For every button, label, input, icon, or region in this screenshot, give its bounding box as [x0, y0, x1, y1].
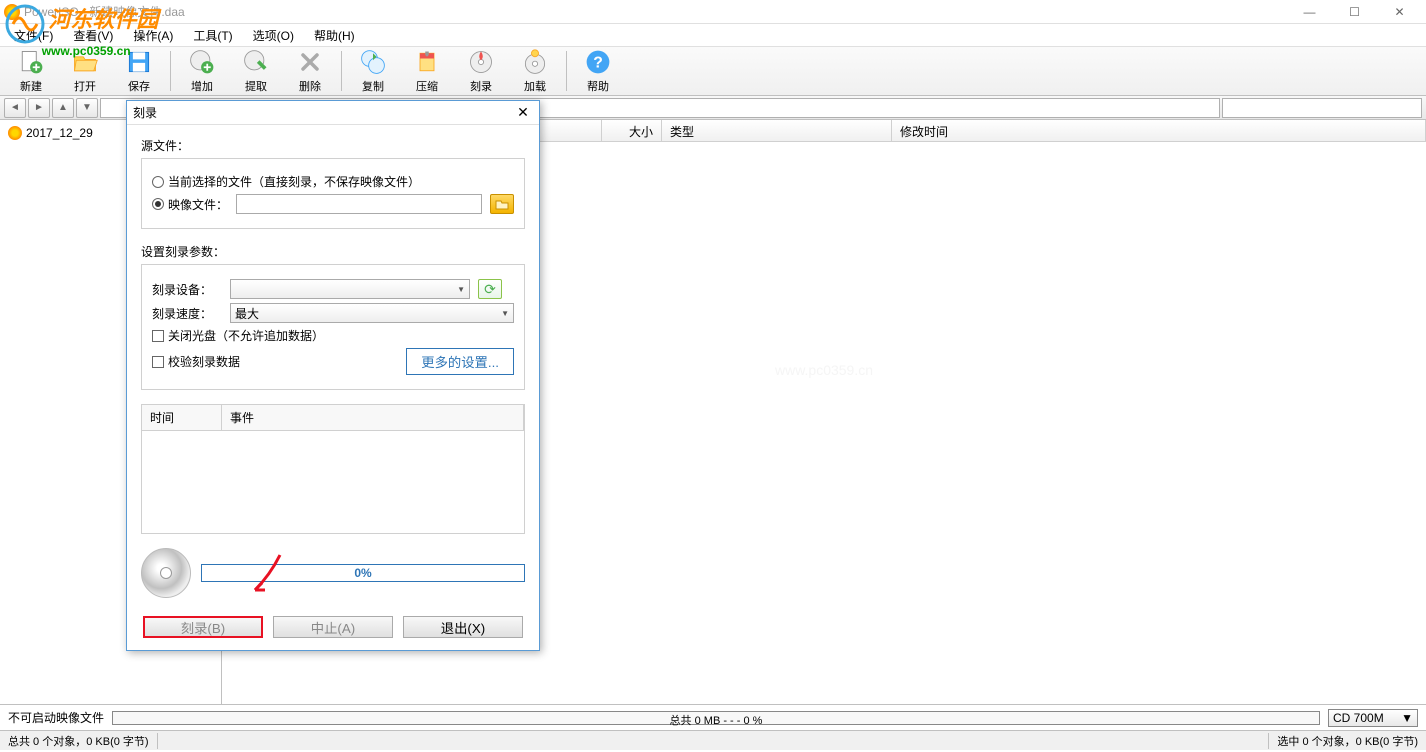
- params-group: 刻录设备： ▼ ⟳ 刻录速度： 最大 ▼ 关闭光盘（不允许追加数据）: [141, 264, 525, 390]
- stop-button[interactable]: 中止(A): [273, 616, 393, 638]
- toolbar-separator: [170, 51, 171, 91]
- window-title: PowerISO - 新建映像文件.daa: [24, 3, 1287, 20]
- titlebar: PowerISO - 新建映像文件.daa — ☐ ✕: [0, 0, 1426, 24]
- nav-back-button[interactable]: ◄: [4, 98, 26, 118]
- chevron-down-icon: ▼: [457, 285, 465, 294]
- radio-icon: [152, 198, 164, 210]
- capacity-bar: 不可启动映像文件 总共 0 MB - - - 0 % CD 700M ▼: [0, 704, 1426, 730]
- mount-icon: [521, 48, 549, 76]
- checkbox-icon: [152, 330, 164, 342]
- open-button[interactable]: 打开: [60, 46, 110, 96]
- disc-icon: [8, 126, 22, 140]
- statusbar: 总共 0 个对象，0 KB(0 字节) 选中 0 个对象，0 KB(0 字节): [0, 730, 1426, 750]
- extract-button[interactable]: 提取: [231, 46, 281, 96]
- copy-icon: [359, 48, 387, 76]
- verify-checkbox[interactable]: 校验刻录数据: [152, 353, 240, 370]
- progress-bar: 0%: [201, 564, 525, 582]
- delete-button[interactable]: 删除: [285, 46, 335, 96]
- burn-button[interactable]: 刻录: [456, 46, 506, 96]
- capacity-track: 总共 0 MB - - - 0 %: [112, 711, 1320, 725]
- delete-icon: [296, 48, 324, 76]
- menu-help[interactable]: 帮助(H): [304, 25, 365, 46]
- nav-dropdown-button[interactable]: ▼: [76, 98, 98, 118]
- menu-view[interactable]: 查看(V): [63, 25, 123, 46]
- chevron-down-icon: ▼: [501, 309, 509, 318]
- add-icon: [188, 48, 216, 76]
- dialog-title-text: 刻录: [133, 104, 157, 121]
- speed-label: 刻录速度：: [152, 305, 222, 322]
- menu-file[interactable]: 文件(F): [4, 25, 63, 46]
- svg-text:?: ?: [593, 54, 603, 71]
- device-combo[interactable]: ▼: [230, 279, 470, 299]
- burn-icon: [467, 48, 495, 76]
- more-settings-button[interactable]: 更多的设置...: [406, 348, 514, 375]
- nav-up-button[interactable]: ▲: [52, 98, 74, 118]
- progress-row: 0%: [141, 548, 525, 598]
- search-input[interactable]: [1222, 98, 1422, 118]
- open-icon: [71, 48, 99, 76]
- progress-text: 0%: [202, 566, 524, 580]
- new-icon: [17, 48, 45, 76]
- nav-forward-button[interactable]: ►: [28, 98, 50, 118]
- log-table: 时间 事件: [141, 404, 525, 534]
- menu-tools[interactable]: 工具(T): [183, 25, 242, 46]
- minimize-button[interactable]: —: [1287, 0, 1332, 24]
- toolbar-separator: [341, 51, 342, 91]
- tree-label: 2017_12_29: [26, 126, 93, 140]
- source-group: 当前选择的文件（直接刻录，不保存映像文件） 映像文件：: [141, 158, 525, 229]
- params-label: 设置刻录参数：: [141, 243, 525, 260]
- disc-icon: [141, 548, 191, 598]
- close-button[interactable]: ✕: [1377, 0, 1422, 24]
- compress-button[interactable]: 压缩: [402, 46, 452, 96]
- help-button[interactable]: ? 帮助: [573, 46, 623, 96]
- burn-action-button[interactable]: 刻录(B): [143, 616, 263, 638]
- browse-button[interactable]: [490, 194, 514, 214]
- radio-icon: [152, 176, 164, 188]
- app-icon: [4, 4, 20, 20]
- col-size[interactable]: 大小: [602, 120, 662, 141]
- status-left: 总共 0 个对象，0 KB(0 字节): [0, 733, 158, 749]
- radio-image-file[interactable]: 映像文件：: [152, 196, 228, 213]
- device-label: 刻录设备：: [152, 281, 222, 298]
- source-label: 源文件：: [141, 137, 525, 154]
- menubar: 文件(F) 查看(V) 操作(A) 工具(T) 选项(O) 帮助(H): [0, 24, 1426, 46]
- refresh-icon: ⟳: [484, 281, 496, 298]
- capacity-text: 总共 0 MB - - - 0 %: [113, 712, 1319, 728]
- help-icon: ?: [584, 48, 612, 76]
- burn-dialog: 刻录 ✕ 源文件： 当前选择的文件（直接刻录，不保存映像文件） 映像文件：: [126, 100, 540, 651]
- log-col-event[interactable]: 事件: [222, 405, 524, 430]
- capacity-label: 不可启动映像文件: [8, 709, 104, 726]
- save-button[interactable]: 保存: [114, 46, 164, 96]
- col-date[interactable]: 修改时间: [892, 120, 1426, 141]
- image-path-input[interactable]: [236, 194, 482, 214]
- mount-button[interactable]: 加载: [510, 46, 560, 96]
- dialog-close-button[interactable]: ✕: [513, 104, 533, 122]
- status-right: 选中 0 个对象，0 KB(0 字节): [1268, 733, 1426, 749]
- close-disc-checkbox[interactable]: 关闭光盘（不允许追加数据）: [152, 327, 324, 344]
- extract-icon: [242, 48, 270, 76]
- faint-watermark: www.pc0359.cn: [775, 362, 873, 378]
- radio-selected-files[interactable]: 当前选择的文件（直接刻录，不保存映像文件）: [152, 173, 420, 190]
- dialog-titlebar[interactable]: 刻录 ✕: [127, 101, 539, 125]
- chevron-down-icon: ▼: [1401, 711, 1413, 725]
- menu-options[interactable]: 选项(O): [243, 25, 304, 46]
- dialog-buttons: 刻录(B) 中止(A) 退出(X): [141, 616, 525, 638]
- maximize-button[interactable]: ☐: [1332, 0, 1377, 24]
- log-col-time[interactable]: 时间: [142, 405, 222, 430]
- capacity-select[interactable]: CD 700M ▼: [1328, 709, 1418, 727]
- save-icon: [125, 48, 153, 76]
- speed-combo[interactable]: 最大 ▼: [230, 303, 514, 323]
- exit-button[interactable]: 退出(X): [403, 616, 523, 638]
- compress-icon: [413, 48, 441, 76]
- add-button[interactable]: 增加: [177, 46, 227, 96]
- menu-action[interactable]: 操作(A): [123, 25, 183, 46]
- checkbox-icon: [152, 356, 164, 368]
- refresh-button[interactable]: ⟳: [478, 279, 502, 299]
- folder-icon: [495, 198, 509, 210]
- copy-button[interactable]: 复制: [348, 46, 398, 96]
- toolbar: 新建 打开 保存 增加 提取 删除 复制 压缩 刻录 加载 ? 帮助: [0, 46, 1426, 96]
- new-button[interactable]: 新建: [6, 46, 56, 96]
- toolbar-separator: [566, 51, 567, 91]
- col-type[interactable]: 类型: [662, 120, 892, 141]
